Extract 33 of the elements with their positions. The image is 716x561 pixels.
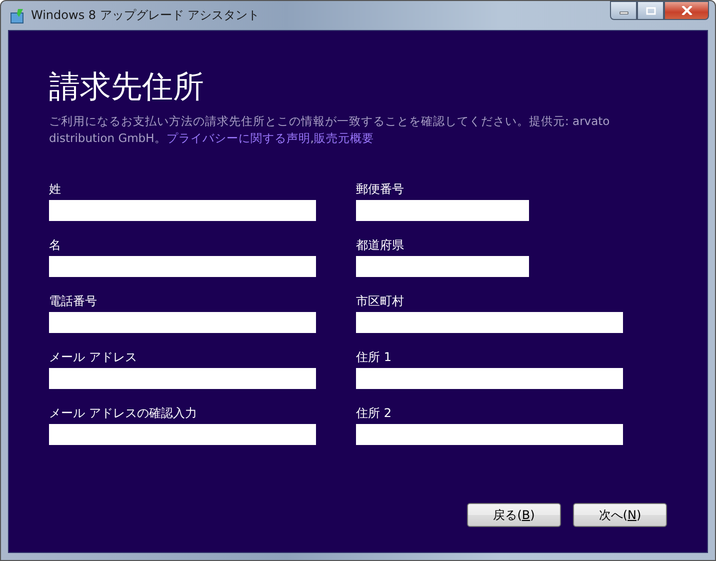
field-label: 姓: [49, 181, 61, 198]
field-label: 郵便番号: [356, 181, 404, 198]
page-heading: 請求先住所: [49, 68, 205, 107]
field-label: 住所 2: [356, 405, 392, 422]
field-label: 電話番号: [49, 293, 97, 310]
minimize-button[interactable]: [610, 1, 637, 20]
input-field[interactable]: [49, 200, 316, 221]
input-field[interactable]: [356, 312, 623, 333]
input-field[interactable]: [49, 256, 316, 277]
maximize-icon: [646, 6, 656, 14]
field-label: メール アドレス: [49, 349, 137, 366]
input-field[interactable]: [49, 312, 316, 333]
window-title: Windows 8 アップグレード アシスタント: [31, 7, 260, 24]
field-label: 都道府県: [356, 237, 404, 254]
field-label: メール アドレスの確認入力: [49, 405, 197, 422]
input-field[interactable]: [356, 200, 529, 221]
input-field[interactable]: [49, 424, 316, 445]
close-button[interactable]: [664, 1, 709, 20]
field-label: 名: [49, 237, 61, 254]
field-label: 市区町村: [356, 293, 404, 310]
back-button[interactable]: 戻る(B): [467, 503, 561, 527]
maximize-button[interactable]: [637, 1, 664, 20]
close-icon: [680, 6, 692, 15]
input-field[interactable]: [49, 368, 316, 389]
field-label: 住所 1: [356, 349, 392, 366]
link[interactable]: 販売元概要: [314, 131, 374, 145]
description-text: ご利用になるお支払い方法の請求先住所とこの情報が一致することを確認してください。提供元: arvato distribution GmbH。プライバシーに関する声明,販売元概要: [49, 113, 611, 147]
app-icon: [10, 8, 26, 24]
input-field[interactable]: [356, 256, 529, 277]
link[interactable]: プライバシーに関する声明: [166, 131, 310, 145]
next-button[interactable]: 次へ(N): [573, 503, 667, 527]
input-field[interactable]: [356, 424, 623, 445]
input-field[interactable]: [356, 368, 623, 389]
